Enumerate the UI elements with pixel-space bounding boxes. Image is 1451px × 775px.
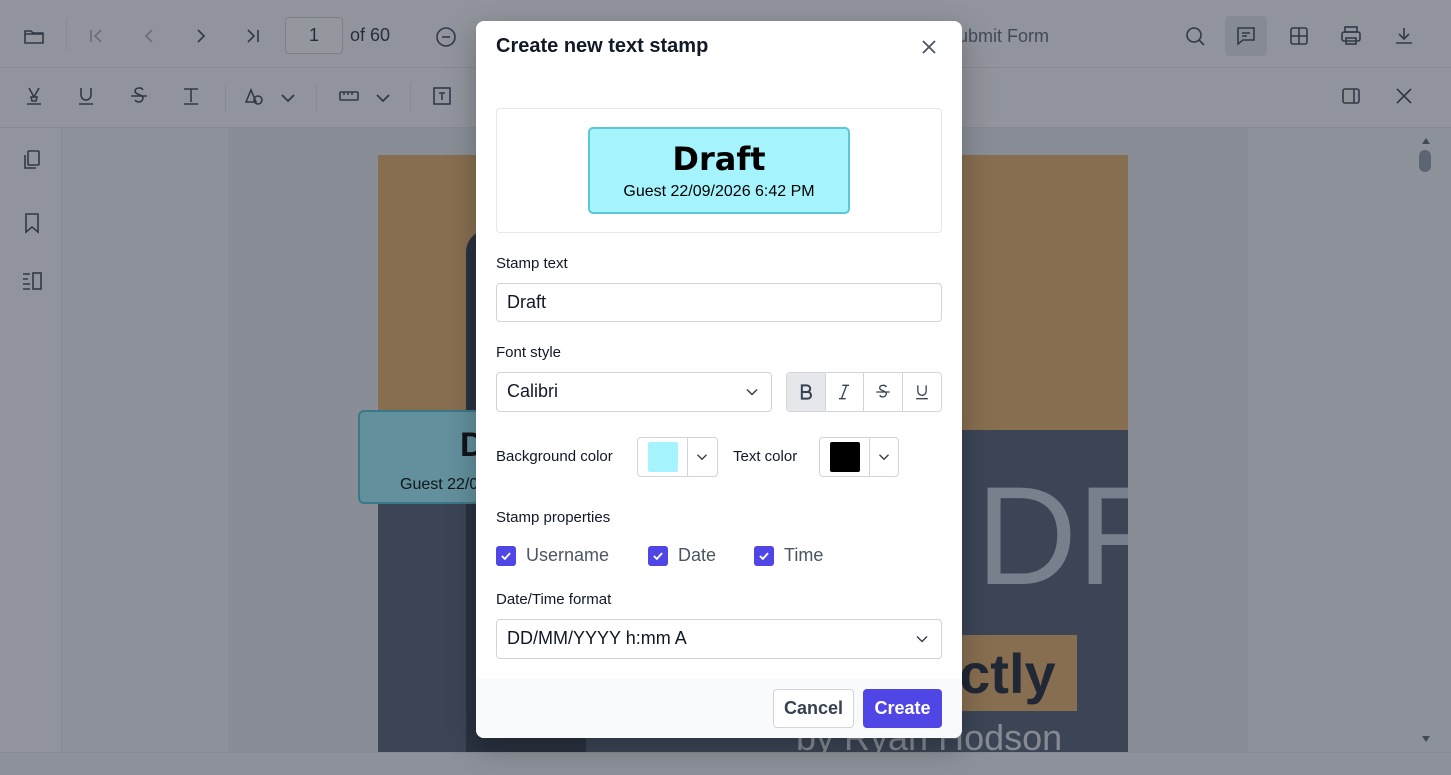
background-color-swatch-wrap (638, 438, 688, 476)
underline-icon (915, 385, 928, 400)
stamp-text-label: Stamp text (496, 255, 568, 272)
create-button[interactable]: Create (863, 689, 942, 728)
text-color-swatch (829, 442, 860, 472)
preview-stamp-title: Draft (672, 140, 766, 178)
username-checkbox[interactable]: Username (496, 545, 609, 566)
italic-icon (839, 384, 850, 400)
font-style-label: Font style (496, 344, 562, 361)
font-select[interactable]: Calibri (496, 372, 772, 412)
text-color-picker[interactable] (819, 437, 899, 477)
checkbox-checked (496, 545, 516, 566)
strikethrough-button[interactable] (864, 373, 903, 411)
check-icon (759, 551, 769, 560)
text-format-group (786, 372, 942, 412)
background-color-swatch (647, 442, 678, 472)
date-checkbox[interactable]: Date (648, 545, 716, 566)
datetime-format-label: Date/Time format (496, 591, 612, 608)
stamp-text-input[interactable]: Draft (496, 283, 942, 322)
background-color-picker[interactable] (637, 437, 718, 477)
font-select-value: Calibri (507, 381, 559, 401)
underline-button[interactable] (902, 373, 941, 411)
chevron-down-icon (688, 438, 716, 476)
create-stamp-dialog: Create new text stamp Draft Guest 22/09/… (476, 21, 962, 738)
checkbox-checked (754, 545, 774, 566)
dialog-footer: Cancel Create (476, 678, 962, 738)
datetime-format-value: DD/MM/YYYY h:mm A (507, 628, 687, 648)
check-icon (653, 551, 663, 560)
bold-icon (800, 384, 812, 400)
check-icon (501, 551, 511, 560)
italic-button[interactable] (825, 373, 864, 411)
strikethrough-icon (876, 384, 890, 398)
chevron-down-icon (742, 382, 762, 402)
datetime-format-select[interactable]: DD/MM/YYYY h:mm A (496, 619, 942, 659)
stamp-preview: Draft Guest 22/09/2026 6:42 PM (496, 108, 942, 233)
time-checkbox-label: Time (784, 545, 824, 565)
date-checkbox-label: Date (678, 545, 717, 565)
preview-stamp: Draft Guest 22/09/2026 6:42 PM (588, 127, 850, 214)
checkbox-checked (648, 545, 668, 566)
close-icon[interactable] (917, 35, 941, 59)
dialog-title: Create new text stamp (496, 35, 709, 57)
bold-button[interactable] (787, 373, 826, 411)
username-checkbox-label: Username (526, 545, 610, 565)
preview-stamp-subtitle: Guest 22/09/2026 6:42 PM (623, 183, 815, 200)
chevron-down-icon (912, 629, 932, 649)
stamp-properties-label: Stamp properties (496, 509, 611, 526)
background-color-label: Background color (496, 448, 613, 465)
text-color-label: Text color (733, 448, 798, 465)
chevron-down-icon (870, 438, 898, 476)
text-color-swatch-wrap (820, 438, 870, 476)
cancel-button[interactable]: Cancel (773, 689, 854, 728)
time-checkbox[interactable]: Time (754, 545, 823, 566)
